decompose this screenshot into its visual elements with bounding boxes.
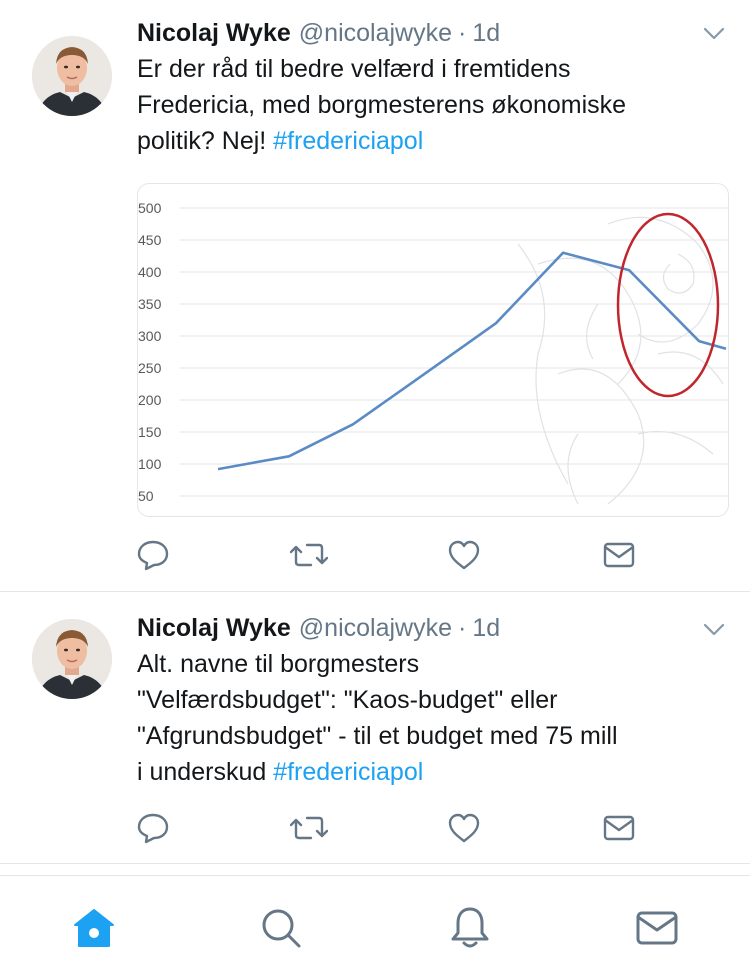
tweet-text-fragment: politik? Nej! <box>137 127 274 155</box>
avatar[interactable] <box>32 36 112 116</box>
y-axis-tick-labels: 500 450 400 350 300 250 200 150 100 50 <box>138 200 162 504</box>
tweet-text: Alt. navne til borgmesters "Velfærdsbudg… <box>137 646 732 790</box>
y-tick-label: 250 <box>138 360 162 376</box>
like-icon[interactable] <box>444 808 484 848</box>
tweet-actions <box>0 808 750 848</box>
tweet-image[interactable]: 500 450 400 350 300 250 200 150 100 50 <box>137 183 729 517</box>
timestamp[interactable]: 1d <box>472 19 500 48</box>
tweet[interactable]: Nicolaj Wyke @nicolajwyke · 1d Er der rå… <box>0 0 750 592</box>
retweet-icon[interactable] <box>289 808 329 848</box>
hashtag-link[interactable]: #fredericiapol <box>273 758 423 786</box>
tweet-text-line: Er der råd til bedre velfærd i fremtiden… <box>137 55 571 83</box>
author-handle[interactable]: @nicolajwyke <box>299 19 452 48</box>
tweet-text-line: Fredericia, med borgmesterens økonomiske <box>137 91 627 119</box>
annotation-circle <box>616 212 720 398</box>
y-tick-label: 400 <box>138 264 162 280</box>
background-flower-sketch <box>517 216 724 505</box>
author-name[interactable]: Nicolaj Wyke <box>137 614 291 643</box>
dm-icon[interactable] <box>599 535 639 575</box>
notifications-icon[interactable] <box>446 904 494 952</box>
chevron-down-icon[interactable] <box>698 18 730 50</box>
y-tick-label: 300 <box>138 328 162 344</box>
tweet-text-line: i underskud #fredericiapol <box>137 754 732 790</box>
chevron-down-icon[interactable] <box>698 614 730 646</box>
reply-icon[interactable] <box>133 535 173 575</box>
tweet-text: Er der råd til bedre velfærd i fremtiden… <box>137 51 732 159</box>
home-icon[interactable] <box>70 904 118 952</box>
y-tick-label: 100 <box>138 456 162 472</box>
retweet-icon[interactable] <box>289 535 329 575</box>
tweet-header: Nicolaj Wyke @nicolajwyke · 1d <box>137 15 500 51</box>
separator-dot: · <box>458 613 467 642</box>
y-tick-label: 450 <box>138 232 162 248</box>
y-tick-label: 200 <box>138 392 162 408</box>
tweet-header: Nicolaj Wyke @nicolajwyke · 1d <box>137 610 500 646</box>
reply-icon[interactable] <box>133 808 173 848</box>
tweet-text-line: "Afgrundsbudget" - til et budget med 75 … <box>137 722 618 750</box>
author-handle[interactable]: @nicolajwyke <box>299 614 452 643</box>
avatar-portrait <box>32 36 112 116</box>
chart-series <box>217 251 727 471</box>
hashtag-link[interactable]: #fredericiapol <box>273 127 423 155</box>
y-tick-label: 350 <box>138 296 162 312</box>
timestamp[interactable]: 1d <box>472 614 500 643</box>
twitter-timeline: Nicolaj Wyke @nicolajwyke · 1d Er der rå… <box>0 0 750 975</box>
author-name[interactable]: Nicolaj Wyke <box>137 19 291 48</box>
tweet[interactable]: Nicolaj Wyke @nicolajwyke · 1d Alt. navn… <box>0 592 750 864</box>
like-icon[interactable] <box>444 535 484 575</box>
bottom-tab-bar <box>0 875 750 975</box>
separator-dot: · <box>458 18 467 47</box>
tweet-text-line: Alt. navne til borgmesters <box>137 650 420 678</box>
tweet-text-fragment: i underskud <box>137 758 274 786</box>
tweet-text-line: "Velfærdsbudget": "Kaos-budget" eller <box>137 686 558 714</box>
messages-icon[interactable] <box>633 904 681 952</box>
tweet-text-line: politik? Nej! #fredericiapol <box>137 123 732 159</box>
series-line <box>217 251 727 471</box>
y-tick-label: 500 <box>138 200 162 216</box>
search-icon[interactable] <box>257 904 305 952</box>
avatar-portrait <box>32 619 112 699</box>
y-tick-label: 50 <box>138 488 154 504</box>
avatar[interactable] <box>32 619 112 699</box>
dm-icon[interactable] <box>599 808 639 848</box>
line-chart: 500 450 400 350 300 250 200 150 100 50 <box>138 200 728 505</box>
tweet-actions <box>0 535 750 575</box>
y-tick-label: 150 <box>138 424 162 440</box>
